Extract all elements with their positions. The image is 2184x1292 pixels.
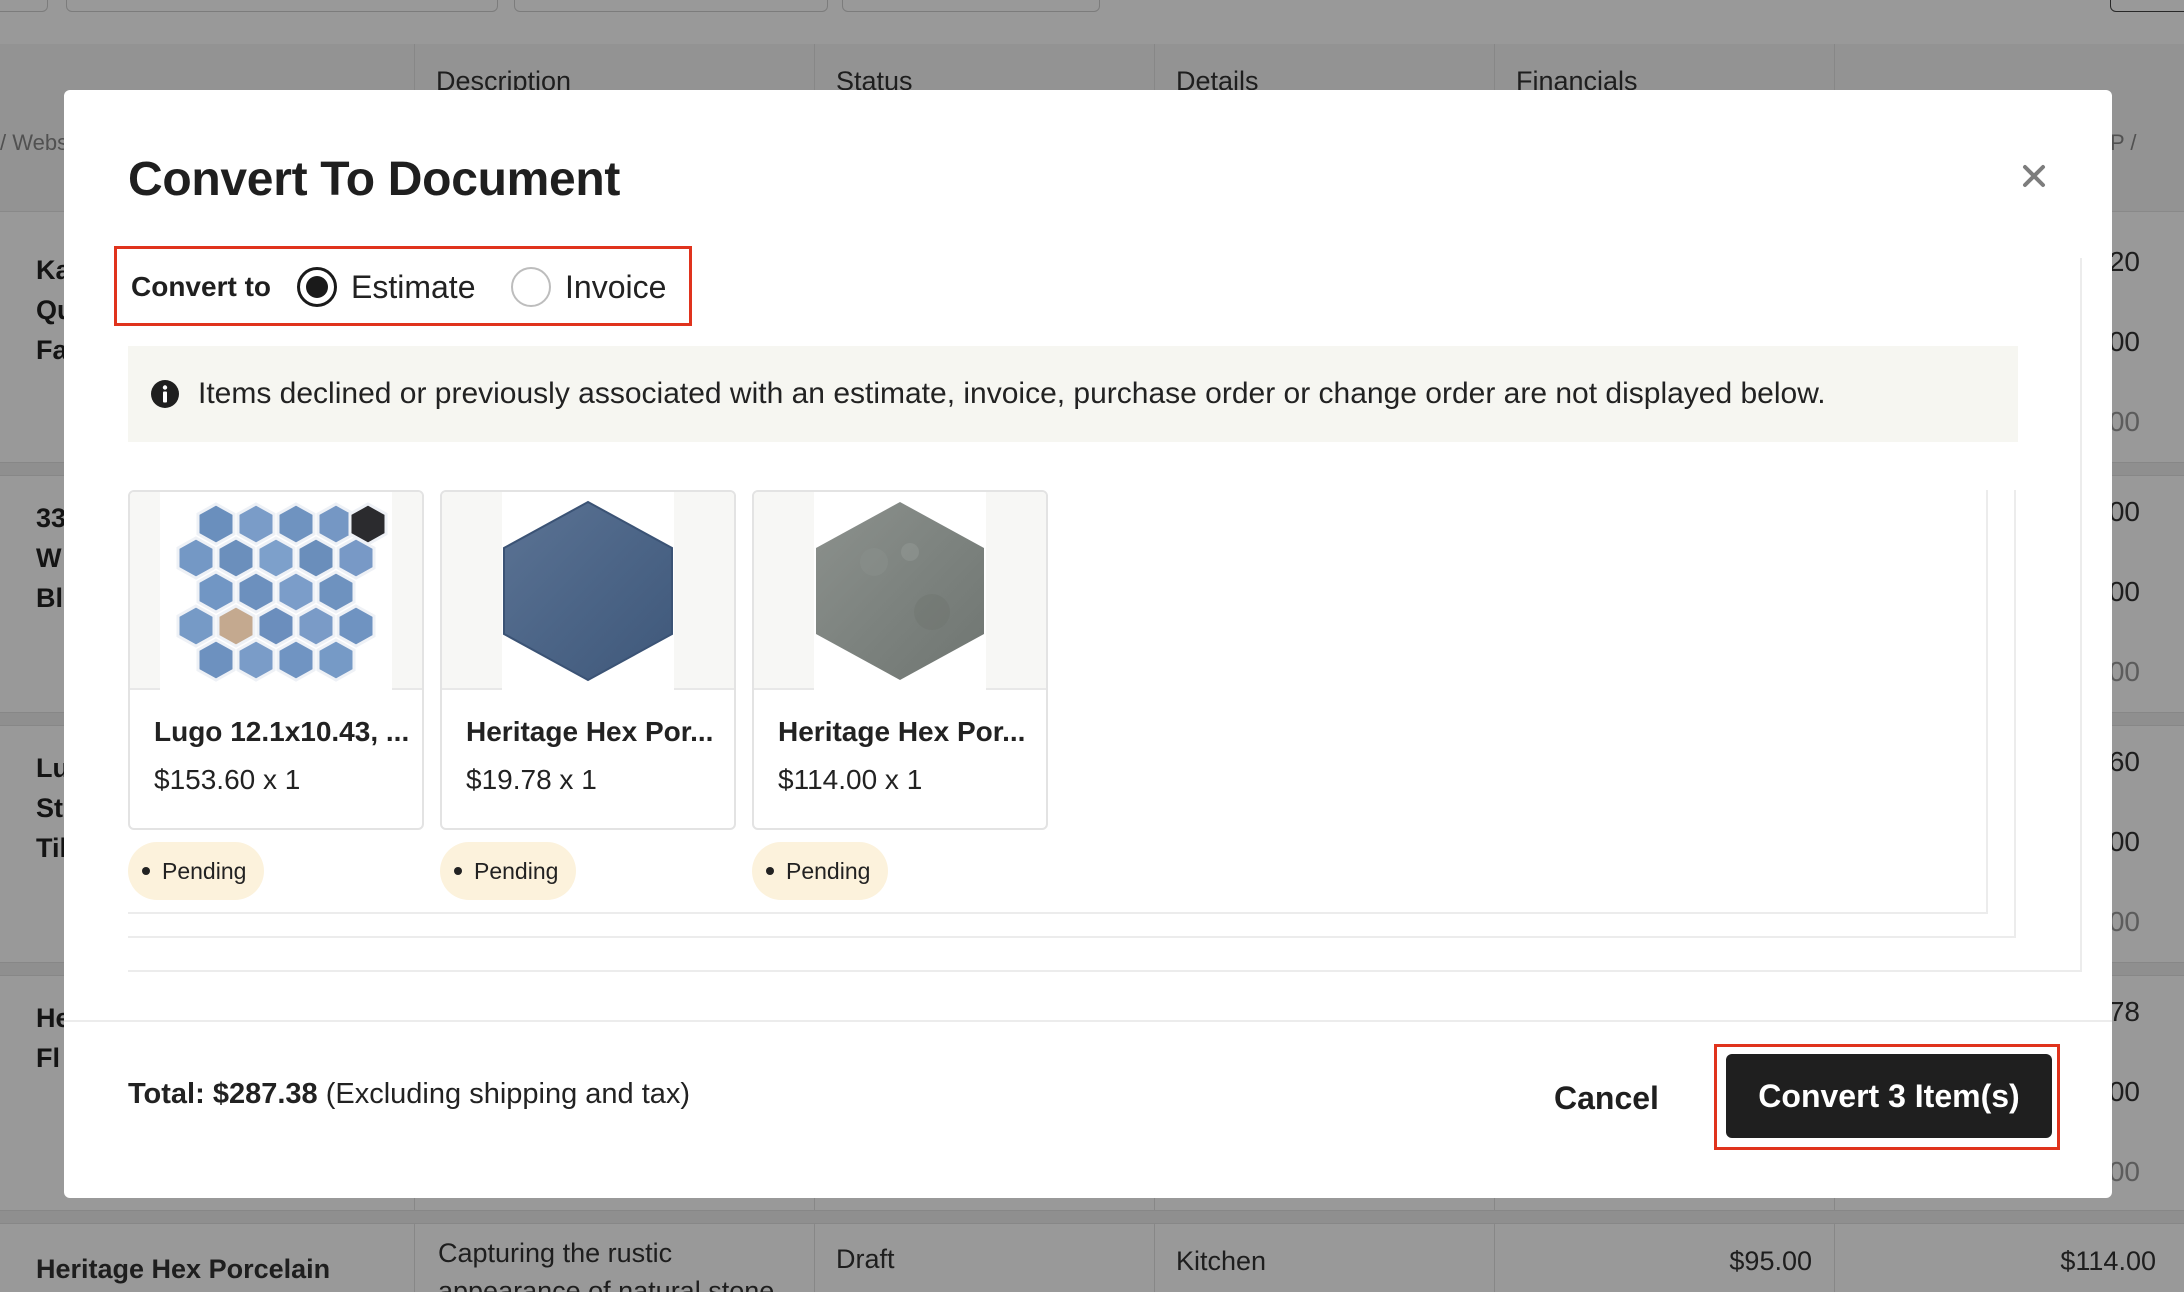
item-card[interactable]: Heritage Hex Por... $19.78 x 1	[440, 490, 736, 830]
info-notice: Items declined or previously associated …	[128, 346, 2018, 442]
bullet-icon	[454, 867, 462, 875]
item-price: $19.78 x 1	[466, 764, 597, 795]
item-thumbnail	[130, 492, 422, 690]
item-name: Heritage Hex Por...	[466, 716, 714, 747]
item-thumbnail	[442, 492, 734, 690]
status-badge: Pending	[440, 842, 577, 900]
convert-items-button[interactable]: Convert 3 Item(s)	[1726, 1054, 2052, 1138]
convert-dialog: Convert To Document Convert to Estimate …	[64, 90, 2112, 1198]
gray-hex-tile-image	[814, 492, 986, 690]
radio-checked-icon	[297, 267, 337, 307]
total-note: (Excluding shipping and tax)	[325, 1078, 691, 1110]
bullet-icon	[766, 867, 774, 875]
item-thumbnail	[754, 492, 1046, 690]
item-card[interactable]: Heritage Hex Por... $114.00 x 1	[752, 490, 1048, 830]
dialog-title: Convert To Document	[128, 153, 621, 206]
info-icon	[151, 380, 179, 408]
status-badge: Pending	[752, 842, 889, 900]
close-icon	[2023, 165, 2045, 187]
radio-invoice[interactable]: Invoice	[511, 267, 666, 307]
status-badge: Pending	[128, 842, 265, 900]
total-summary: Total: $287.38 (Excluding shipping and t…	[128, 1078, 690, 1111]
item-card[interactable]: Lugo 12.1x10.43, ... $153.60 x 1	[128, 490, 424, 830]
item-name: Lugo 12.1x10.43, ...	[154, 716, 410, 747]
total-amount: Total: $287.38	[128, 1078, 318, 1110]
bullet-icon	[142, 867, 150, 875]
item-price: $153.60 x 1	[154, 764, 301, 795]
radio-estimate[interactable]: Estimate	[297, 267, 475, 307]
blue-hex-mosaic-image	[160, 492, 392, 690]
footer-divider	[64, 1020, 2112, 1022]
convert-to-group: Convert to Estimate Invoice	[114, 246, 692, 326]
close-button[interactable]	[2014, 156, 2054, 196]
item-name: Heritage Hex Por...	[778, 716, 1026, 747]
radio-unchecked-icon	[511, 267, 551, 307]
item-price: $114.00 x 1	[778, 764, 923, 795]
blue-hex-tile-image	[502, 492, 674, 690]
convert-to-label: Convert to	[131, 271, 271, 302]
cancel-button[interactable]: Cancel	[1554, 1070, 1659, 1126]
